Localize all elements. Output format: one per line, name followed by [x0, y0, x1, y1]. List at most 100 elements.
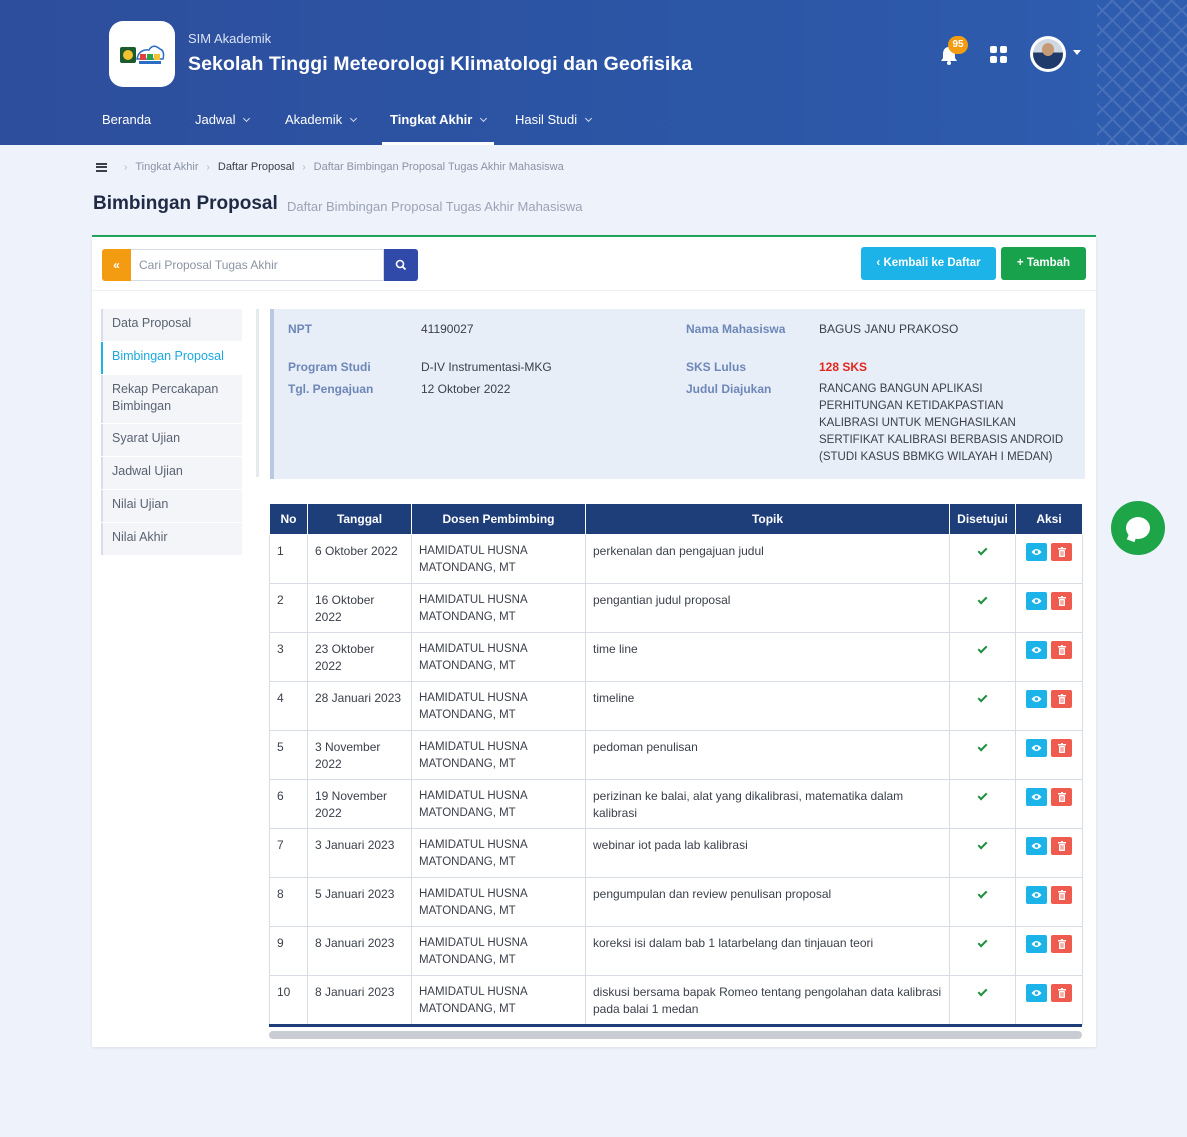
nav-hasil-studi[interactable]: Hasil Studi — [515, 112, 593, 145]
view-button[interactable] — [1026, 837, 1047, 855]
view-button[interactable] — [1026, 543, 1047, 561]
delete-button[interactable] — [1051, 543, 1072, 561]
chat-bubble-icon — [1126, 517, 1150, 539]
trash-icon — [1057, 547, 1066, 557]
trash-icon — [1057, 841, 1066, 851]
delete-button[interactable] — [1051, 935, 1072, 953]
row-actions — [1016, 739, 1082, 757]
notification-badge: 95 — [948, 36, 968, 54]
breadcrumb-daftar-proposal[interactable]: Daftar Proposal — [218, 161, 294, 173]
nav-tingkat-akhir[interactable]: Tingkat Akhir — [381, 112, 495, 145]
nama-value: BAGUS JANU PRAKOSO — [819, 322, 959, 336]
side-item-rekap-percakapan[interactable]: Rekap Percakapan Bimbingan — [101, 375, 242, 423]
row-actions — [1016, 886, 1082, 904]
breadcrumb-separator: › — [124, 161, 128, 173]
plus-icon: + — [1016, 257, 1027, 269]
cell-dosen: HAMIDATUL HUSNA MATONDANG, MT — [411, 779, 586, 829]
add-button[interactable]: + Tambah — [1001, 247, 1086, 280]
nav-jadwal[interactable]: Jadwal — [195, 112, 251, 145]
avatar-photo — [1033, 39, 1063, 69]
delete-button[interactable] — [1051, 739, 1072, 757]
check-icon — [977, 937, 988, 948]
table-row: 53 November 2022 HAMIDATUL HUSNA MATONDAN… — [269, 730, 1083, 780]
search-input[interactable] — [131, 249, 384, 281]
table-row: 3 23 Oktober 2022 HAMIDATUL HUSNA MATONDAN… — [269, 632, 1083, 682]
horizontal-scrollbar[interactable] — [269, 1031, 1082, 1039]
eye-icon — [1031, 598, 1042, 604]
prodi-value: D-IV Instrumentasi-MKG — [421, 360, 552, 374]
page-subtitle: Daftar Bimbingan Proposal Tugas Akhir Ma… — [287, 199, 583, 214]
th-dosen: Dosen Pembimbing — [411, 503, 586, 535]
view-button[interactable] — [1026, 739, 1047, 757]
cell-dosen: HAMIDATUL HUSNA MATONDANG, MT — [411, 877, 586, 927]
nav-akademik[interactable]: Akademik — [285, 112, 358, 145]
side-item-data-proposal[interactable]: Data Proposal — [101, 309, 242, 341]
back-to-list-button[interactable]: ‹ Kembali ke Daftar — [861, 247, 996, 280]
th-disetujui: Disetujui — [949, 503, 1016, 535]
search-button[interactable] — [384, 249, 418, 281]
side-item-nilai-akhir[interactable]: Nilai Akhir — [101, 523, 242, 555]
trash-icon — [1057, 645, 1066, 655]
side-item-syarat-ujian[interactable]: Syarat Ujian — [101, 424, 242, 456]
view-button[interactable] — [1026, 690, 1047, 708]
side-item-jadwal-ujian[interactable]: Jadwal Ujian — [101, 457, 242, 489]
breadcrumb: › Tingkat Akhir › Daftar Proposal › Daft… — [96, 161, 564, 173]
search-icon — [395, 259, 407, 271]
app-title: Sekolah Tinggi Meteorologi Klimatologi d… — [188, 53, 693, 75]
view-button[interactable] — [1026, 641, 1047, 659]
view-button[interactable] — [1026, 592, 1047, 610]
view-button[interactable] — [1026, 788, 1047, 806]
caret-down-icon[interactable] — [1073, 50, 1081, 55]
chevron-down-icon — [243, 114, 251, 123]
cell-dosen: HAMIDATUL HUSNA MATONDANG, MT — [411, 583, 586, 633]
institution-logo[interactable] — [109, 21, 175, 87]
delete-button[interactable] — [1051, 788, 1072, 806]
view-button[interactable] — [1026, 886, 1047, 904]
menu-hamburger-icon[interactable] — [96, 162, 107, 172]
cell-disetujui — [949, 534, 1016, 584]
view-button[interactable] — [1026, 984, 1047, 1002]
delete-button[interactable] — [1051, 886, 1072, 904]
trash-icon — [1057, 792, 1066, 802]
cell-disetujui — [949, 926, 1016, 976]
delete-button[interactable] — [1051, 984, 1072, 1002]
side-item-nilai-ujian[interactable]: Nilai Ujian — [101, 490, 242, 522]
user-avatar[interactable] — [1030, 36, 1066, 72]
cell-topik: time line — [585, 632, 950, 682]
nav-beranda[interactable]: Beranda — [102, 112, 151, 145]
row-actions — [1016, 788, 1082, 806]
view-button[interactable] — [1026, 935, 1047, 953]
cell-no: 2 — [269, 583, 308, 633]
student-info-panel: NPT 41190027 Program Studi D-IV Instrume… — [270, 309, 1085, 479]
collapse-sidebar-button[interactable]: « — [102, 249, 131, 281]
delete-button[interactable] — [1051, 641, 1072, 659]
side-item-bimbingan-proposal[interactable]: Bimbingan Proposal — [101, 342, 242, 374]
delete-button[interactable] — [1051, 592, 1072, 610]
eye-icon — [1031, 892, 1042, 898]
row-actions — [1016, 935, 1082, 953]
delete-button[interactable] — [1051, 837, 1072, 855]
side-menu: Data Proposal Bimbingan Proposal Rekap P… — [101, 309, 242, 556]
app-subtitle: SIM Akademik — [188, 31, 272, 46]
table-row: 2 16 Oktober 2022 HAMIDATUL HUSNA MATONDAN… — [269, 583, 1083, 633]
trash-icon — [1057, 988, 1066, 998]
delete-button[interactable] — [1051, 690, 1072, 708]
row-actions — [1016, 690, 1082, 708]
cell-disetujui — [949, 583, 1016, 633]
cell-disetujui — [949, 877, 1016, 927]
header-ornament — [1097, 0, 1187, 145]
check-icon — [977, 839, 988, 850]
cell-aksi — [1015, 926, 1083, 976]
eye-icon — [1031, 941, 1042, 947]
cell-aksi — [1015, 632, 1083, 682]
breadcrumb-tingkat-akhir[interactable]: Tingkat Akhir — [135, 161, 198, 173]
check-icon — [977, 545, 988, 556]
logo-icon — [120, 45, 165, 64]
npt-label: NPT — [288, 322, 312, 336]
eye-icon — [1031, 647, 1042, 653]
table-row: 98 Januari 2023 HAMIDATUL HUSNA MATONDANG… — [269, 926, 1083, 976]
apps-grid-icon[interactable] — [990, 46, 1007, 63]
row-actions — [1016, 641, 1082, 659]
table-row: 4 28 Januari 2023 HAMIDATUL HUSNA MATONDAN… — [269, 681, 1083, 731]
chat-button[interactable] — [1111, 501, 1165, 555]
